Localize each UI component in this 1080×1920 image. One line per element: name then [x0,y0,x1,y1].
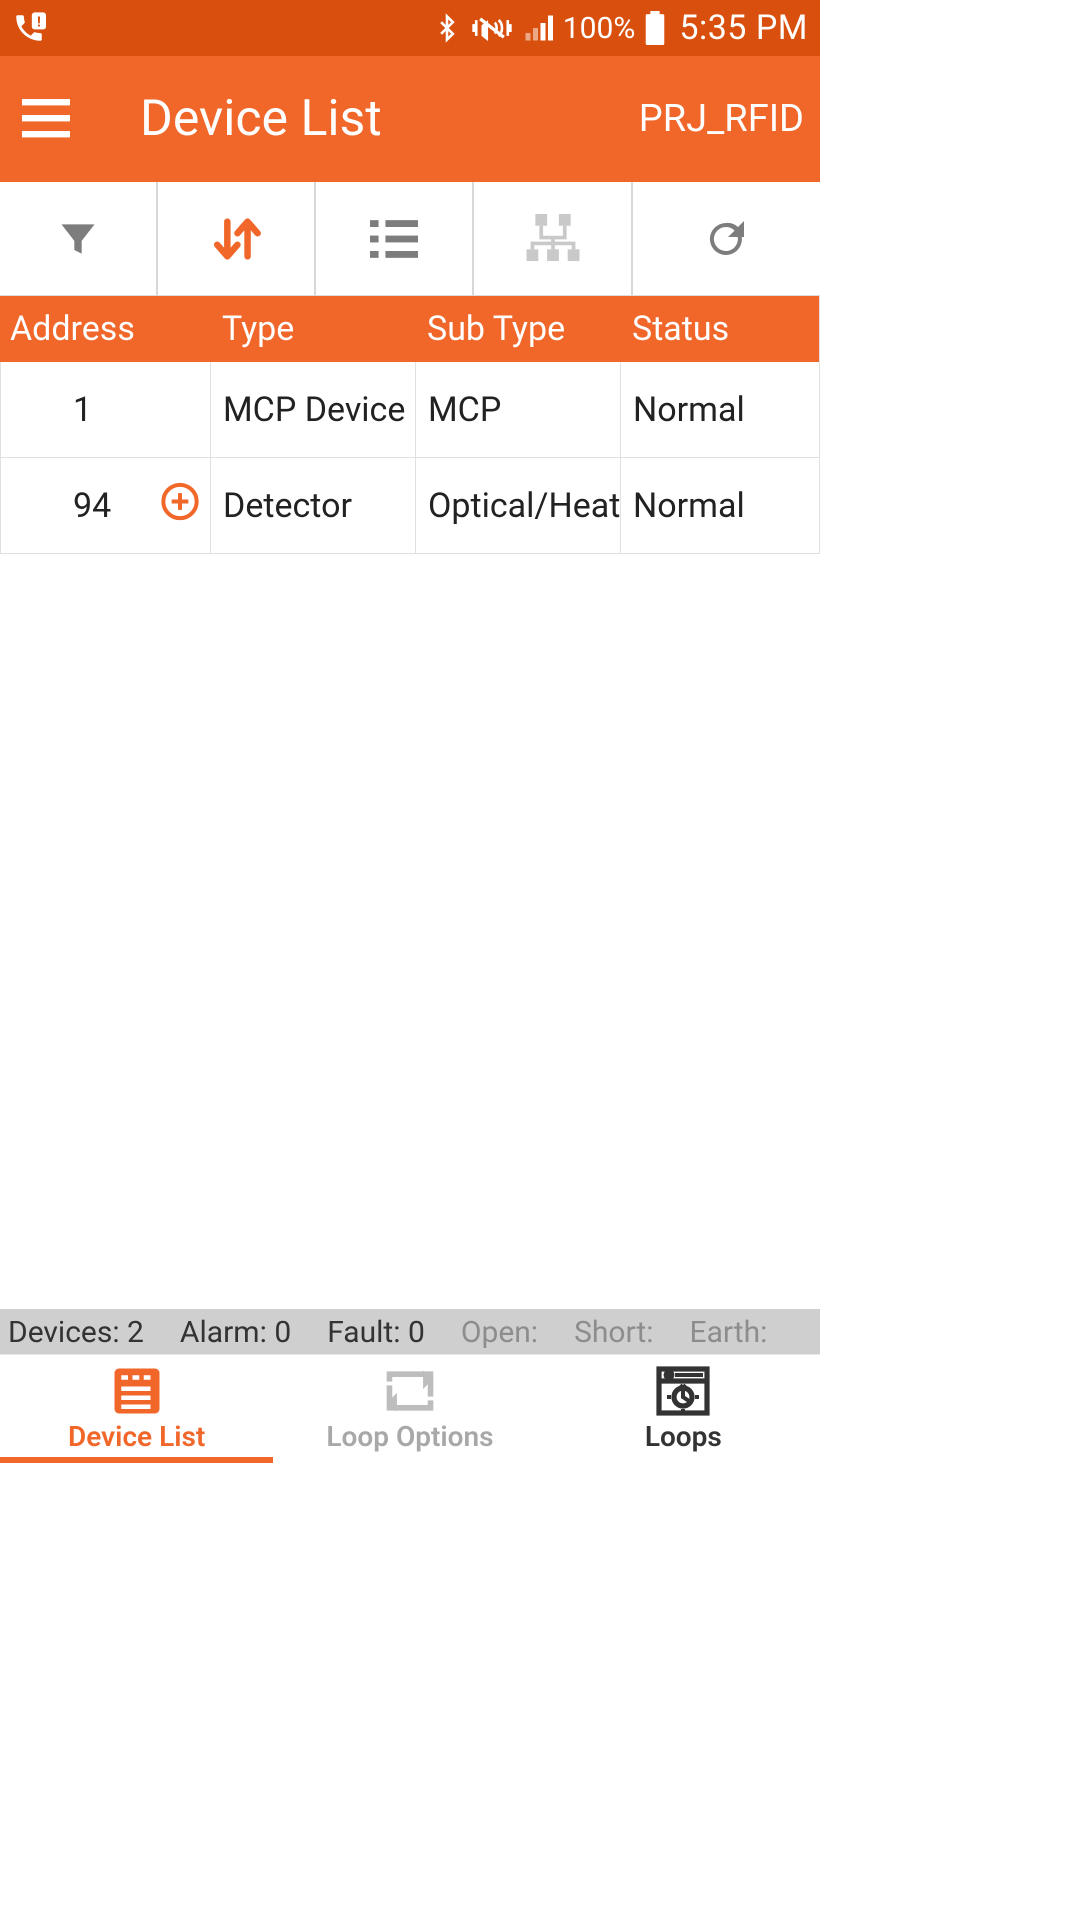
nav-device-list[interactable]: Device List [0,1355,273,1462]
summary-open: Open: [461,1315,538,1350]
add-device-icon[interactable] [160,481,200,530]
battery-percent: 100% [563,11,636,46]
tree-icon [526,214,580,264]
cell-type: Detector [211,458,416,553]
cell-status: Normal [621,362,819,457]
tree-view-button[interactable] [474,182,632,295]
vibrate-mute-icon [471,11,513,45]
nav-loop-options[interactable]: Loop Options [273,1355,546,1462]
refresh-button[interactable] [633,182,820,295]
cell-address: 1 [1,362,211,457]
project-label[interactable]: PRJ_RFID [639,97,804,141]
cell-subtype: MCP [416,362,621,457]
svg-text:!: ! [37,15,41,31]
cell-subtype: Optical/Heat [416,458,621,553]
bluetooth-icon [433,11,461,45]
summary-alarm: Alarm: 0 [180,1315,291,1350]
summary-devices-label: Devices: [8,1315,120,1350]
device-list-icon [110,1364,164,1418]
nav-label: Device List [68,1420,205,1453]
clock: 5:35 PM [679,8,808,48]
summary-fault-value: 0 [408,1315,425,1350]
summary-alarm-label: Alarm: [180,1315,267,1350]
summary-devices-value: 2 [127,1315,144,1350]
status-right: 100% 5:35 PM [433,8,808,48]
nav-loops[interactable]: Loops [547,1355,820,1462]
filter-button[interactable] [0,182,158,295]
toolbar [0,182,820,296]
table-header: Address Type Sub Type Status [0,296,820,362]
battery-icon [645,11,665,45]
signal-icon [523,13,553,43]
cell-address: 94 [1,458,211,553]
call-alert-icon: ! [12,11,46,45]
app-header: Device List PRJ_RFID [0,56,820,182]
hamburger-icon [22,99,70,139]
summary-earth: Earth: [690,1315,768,1350]
cell-status: Normal [621,458,819,553]
col-header-type[interactable]: Type [210,309,415,349]
nav-label: Loop Options [326,1420,493,1453]
table-row[interactable]: 1 MCP Device MCP Normal [1,362,819,458]
screen: ! [0,0,820,1462]
summary-bar: Devices: 2 Alarm: 0 Fault: 0 Open: Short… [0,1309,820,1355]
list-icon [370,219,418,259]
table-body: 1 MCP Device MCP Normal 94 Detector Opti… [0,362,820,554]
refresh-icon [702,215,750,263]
filter-icon [56,217,100,261]
page-title: Device List [140,90,382,148]
status-left: ! [12,11,46,45]
col-header-subtype[interactable]: Sub Type [415,309,620,349]
status-bar: ! [0,0,820,56]
table-row[interactable]: 94 Detector Optical/Heat Normal [1,458,819,554]
address-value: 1 [73,390,92,430]
address-value: 94 [73,486,111,526]
summary-alarm-value: 0 [274,1315,291,1350]
loop-options-icon [382,1364,438,1418]
col-header-address[interactable]: Address [0,309,210,349]
sort-icon [207,213,265,265]
sort-button[interactable] [158,182,316,295]
bottom-nav: Device List Loop Options Loops [0,1355,820,1462]
loops-icon [655,1364,711,1418]
nav-label: Loops [645,1420,722,1453]
menu-button[interactable] [16,99,76,139]
summary-fault: Fault: 0 [327,1315,425,1350]
summary-devices: Devices: 2 [8,1315,144,1350]
list-view-button[interactable] [316,182,474,295]
summary-fault-label: Fault: [327,1315,400,1350]
summary-short: Short: [574,1315,653,1350]
col-header-status[interactable]: Status [620,309,819,349]
cell-type: MCP Device [211,362,416,457]
